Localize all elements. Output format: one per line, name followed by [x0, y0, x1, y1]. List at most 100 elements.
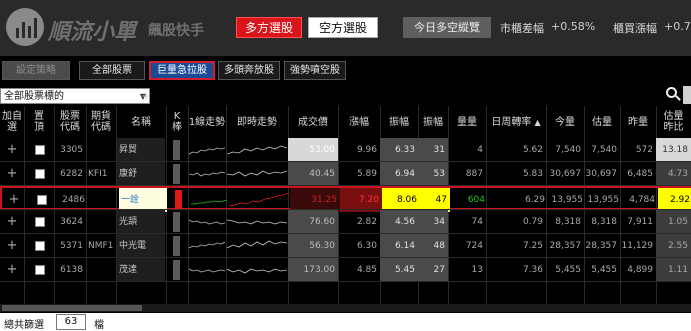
col-header-k-bar[interactable]: K 棒 [166, 106, 188, 138]
stock-name[interactable]: 茂達 [117, 258, 165, 282]
pin-checkbox[interactable] [37, 195, 47, 205]
est-ratio-cell: 4.73 [656, 162, 691, 186]
today-volume-cell: 8,318 [555, 217, 581, 227]
daily-trend-sparkline [189, 171, 225, 177]
stock-name[interactable]: 中光電 [117, 234, 165, 258]
pin-checkbox[interactable] [35, 169, 45, 179]
add-watchlist-plus-icon[interactable]: + [0, 162, 24, 186]
col-header-est-volume[interactable]: 估量 [584, 106, 620, 138]
stock-name[interactable]: 光頡 [117, 210, 165, 234]
short-selection-button[interactable]: 空方選股 [308, 17, 378, 38]
table-row[interactable]: + 一詮 2486 31.25 7.20 8.06 47 604 6.29 13,955 13,95… [0, 186, 691, 212]
horizontal-scrollbar[interactable] [0, 304, 691, 312]
table-row[interactable]: + 康舒 6282 KFI1 40.45 5.89 6.94 53 887 5.83 30,697 3… [0, 162, 691, 186]
col-header-turnover[interactable]: 日周轉率 ▲ [486, 106, 546, 138]
stock-universe-selected: 全部股票標的 [4, 91, 64, 102]
est-ratio-cell: 13.18 [656, 138, 691, 162]
scrollbar-thumb[interactable] [2, 305, 142, 311]
sort-up-icon: ▲ [534, 117, 541, 127]
add-watchlist-plus-icon[interactable]: + [0, 138, 24, 162]
col-header-est-ratio[interactable]: 估量 昨比 [656, 106, 691, 138]
pin-checkbox[interactable] [35, 217, 45, 227]
volume-surge-button[interactable]: 巨量急拉股 [149, 61, 215, 80]
add-watchlist-plus-icon[interactable]: + [0, 258, 24, 282]
app-logo-text: 順流小單 [48, 20, 137, 45]
amplitude-2-cell: 27 [418, 258, 448, 282]
realtime-trend-sparkline [227, 219, 287, 225]
col-header-yest-volume[interactable]: 昨量 [620, 106, 656, 138]
all-stocks-button[interactable]: 全部股票 [79, 61, 145, 80]
amplitude-cell: 6.14 [380, 234, 418, 258]
col-header-daily-trend[interactable]: 1線走勢 [188, 106, 226, 138]
turnover-cell: 5.62 [522, 145, 543, 155]
otc-change-label: 櫃買漲幅 [613, 22, 657, 35]
stock-table: 加自 選 置 頂 股票 代碼 期貨 代碼 名稱 K 棒 1線走勢 即時走勢 成交… [0, 106, 691, 311]
pin-checkbox[interactable] [35, 265, 45, 275]
change-pct-cell: 2.82 [356, 217, 377, 227]
table-row[interactable]: + 光頡 3624 76.60 2.82 4.56 34 74 0.79 8,318 8,318 7,… [0, 210, 691, 234]
long-selection-button[interactable]: 多方選股 [236, 17, 302, 38]
amplitude-cell: 6.94 [380, 162, 418, 186]
price-cell: 56.30 [288, 234, 338, 258]
col-header-add-watch[interactable]: 加自 選 [0, 106, 24, 138]
today-volume-cell: 5,455 [555, 265, 581, 275]
pin-checkbox[interactable] [35, 241, 45, 251]
col-header-volume-ratio[interactable]: 量量 [448, 106, 486, 138]
col-header-realtime-trend[interactable]: 即時走勢 [226, 106, 288, 138]
table-row[interactable]: + 中光電 5371 NMF1 56.30 6.30 6.14 48 724 7.25 28,357… [0, 234, 691, 258]
table-row[interactable]: + 昇貿 3305 53.00 9.96 6.33 31 4 5.62 7,540 7,540 572… [0, 138, 691, 162]
turnover-cell: 0.79 [522, 217, 543, 227]
futures-code-cell [86, 258, 116, 282]
app-header: 順流小單 飆股快手 多方選股 空方選股 今日多空縱覽 市櫃差幅 +0.58% 櫃… [0, 0, 691, 56]
col-header-change[interactable]: 漲幅 [338, 106, 380, 138]
side-scrollbar[interactable] [683, 86, 691, 104]
daily-trend-sparkline [189, 219, 225, 225]
volume-ratio-cell: 4 [477, 145, 483, 155]
stock-universe-select[interactable]: 全部股票標的 ▼ [0, 88, 150, 104]
col-header-pin[interactable]: 置 頂 [24, 106, 54, 138]
table-row[interactable]: + 茂達 6138 173.00 4.85 5.45 27 13 7.36 5,455 5,455 4… [0, 258, 691, 282]
futures-code-cell [86, 138, 116, 162]
add-watchlist-plus-icon[interactable]: + [0, 234, 24, 258]
col-header-futures-code[interactable]: 期貨 代碼 [86, 106, 116, 138]
col-header-amplitude[interactable]: 振幅 [380, 106, 418, 138]
add-filter-plus-icon[interactable]: + [140, 88, 152, 104]
today-volume-cell: 7,540 [555, 145, 581, 155]
stock-code-cell: 3305 [60, 145, 83, 155]
col-header-price[interactable]: 成交價 [288, 106, 338, 138]
search-icon[interactable] [665, 86, 681, 102]
volume-ratio-cell: 724 [465, 241, 483, 251]
table-row[interactable] [0, 282, 691, 292]
col-header-today-volume[interactable]: 今量 [546, 106, 584, 138]
col-header-turnover-label: 日周轉率 [491, 116, 532, 128]
col-header-stock-code[interactable]: 股票 代碼 [54, 106, 86, 138]
bull-run-button[interactable]: 多頭奔放股 [218, 61, 280, 80]
stock-name[interactable]: 昇貿 [117, 138, 165, 162]
stock-code-cell: 5371 [60, 241, 83, 251]
amplitude-2-cell: 48 [418, 234, 448, 258]
est-volume-cell: 5,455 [591, 265, 617, 275]
stock-name[interactable]: 康舒 [117, 162, 165, 186]
turnover-cell: 5.83 [522, 169, 543, 179]
filter-total-count: 63 [56, 314, 86, 330]
bull-bear-overview-button[interactable]: 今日多空縱覽 [403, 17, 491, 38]
col-header-name[interactable]: 名稱 [116, 106, 166, 138]
pin-checkbox[interactable] [35, 145, 45, 155]
k-bar-icon [173, 140, 180, 160]
stock-code-cell: 6138 [60, 265, 83, 275]
today-volume-cell: 30,697 [549, 169, 582, 179]
est-volume-cell: 28,357 [585, 241, 618, 251]
market-diff-label: 市櫃差幅 [500, 22, 544, 35]
volume-ratio-cell: 887 [465, 169, 483, 179]
add-watchlist-plus-icon[interactable]: + [0, 210, 24, 234]
set-strategy-button[interactable]: 設定策略 [2, 61, 70, 80]
realtime-trend-sparkline [227, 145, 287, 155]
filter-total-label: 總共篩選 [4, 320, 44, 331]
strong-short-button[interactable]: 強勢噴空股 [284, 61, 346, 80]
price-cell: 40.45 [288, 162, 338, 186]
stock-code-cell: 6282 [60, 169, 83, 179]
yest-volume-cell: 6,485 [627, 169, 653, 179]
est-ratio-cell: 2.55 [656, 234, 691, 258]
col-header-amplitude-2[interactable]: 振幅 [418, 106, 448, 138]
yest-volume-cell: 572 [635, 145, 653, 155]
